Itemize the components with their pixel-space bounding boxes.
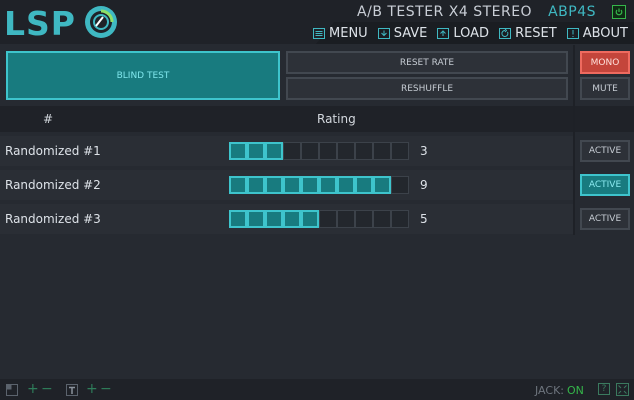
lsp-logo: LSP	[4, 4, 117, 42]
reshuffle-button[interactable]: RESHUFFLE	[286, 77, 568, 100]
rating-segment[interactable]	[247, 210, 265, 228]
rating-segment[interactable]	[301, 176, 319, 194]
row-label: Randomized #1	[5, 144, 101, 158]
column-header-number: #	[43, 112, 54, 126]
fullscreen-icon[interactable]	[616, 383, 629, 399]
rating-segment[interactable]	[283, 176, 301, 194]
rating-segment[interactable]	[301, 210, 319, 228]
blind-test-button[interactable]: BLIND TEST	[6, 51, 280, 100]
rating-bar[interactable]	[229, 210, 409, 228]
help-label: ?	[601, 384, 607, 394]
rating-segment[interactable]	[319, 142, 337, 160]
save-button[interactable]: SAVE	[377, 25, 428, 41]
column-header-rating: Rating	[317, 112, 356, 126]
rating-segment[interactable]	[391, 142, 409, 160]
font-increase-icon[interactable]: +	[86, 381, 98, 397]
rating-segment[interactable]	[265, 210, 283, 228]
mute-button[interactable]: MUTE	[580, 77, 630, 100]
menu-label: MENU	[329, 25, 368, 41]
rating-segment[interactable]	[355, 142, 373, 160]
footer-bar: + − + − JACK: ON ?	[0, 379, 634, 400]
font-decrease-icon[interactable]: −	[100, 381, 112, 397]
rating-segment[interactable]	[319, 210, 337, 228]
power-icon[interactable]	[612, 5, 626, 19]
jack-status: ON	[567, 384, 584, 397]
about-label: ABOUT	[582, 25, 628, 41]
rating-value: 3	[420, 144, 428, 158]
menu-icon	[313, 27, 326, 39]
rating-segment[interactable]	[301, 142, 319, 160]
rating-segment[interactable]	[229, 142, 247, 160]
load-button[interactable]: LOAD	[437, 26, 489, 41]
rating-segment[interactable]	[247, 142, 265, 160]
save-label: SAVE	[393, 25, 428, 41]
load-label: LOAD	[453, 25, 490, 41]
reset-rate-button[interactable]: RESET RATE	[286, 51, 568, 74]
rating-segment[interactable]	[373, 176, 391, 194]
plugin-name: A/B TESTER X4 STEREO	[357, 4, 533, 20]
rating-segment[interactable]	[283, 142, 301, 160]
rating-segment[interactable]	[229, 176, 247, 194]
rating-segment[interactable]	[337, 210, 355, 228]
row-label: Randomized #3	[5, 212, 101, 226]
rating-segment[interactable]	[265, 142, 283, 160]
title-line: A/B TESTER X4 STEREO ABP4S	[357, 3, 626, 21]
mono-button[interactable]: MONO	[580, 51, 630, 74]
rating-bar[interactable]	[229, 142, 409, 160]
about-button[interactable]: ABOUT	[566, 25, 628, 41]
rating-value: 9	[420, 178, 428, 192]
rating-value: 5	[420, 212, 428, 226]
menu-button[interactable]: MENU	[313, 26, 368, 41]
rating-segment[interactable]	[391, 176, 409, 194]
rating-segment[interactable]	[229, 210, 247, 228]
active-button[interactable]: ACTIVE	[580, 208, 630, 230]
rating-segment[interactable]	[337, 142, 355, 160]
about-icon	[566, 27, 579, 39]
save-icon	[377, 27, 390, 39]
rating-segment[interactable]	[373, 142, 391, 160]
rating-segment[interactable]	[283, 210, 301, 228]
zoom-in-icon[interactable]: +	[27, 381, 39, 397]
reset-icon	[499, 27, 512, 39]
rating-segment[interactable]	[355, 210, 373, 228]
rating-segment[interactable]	[391, 210, 409, 228]
help-icon[interactable]: ?	[598, 383, 610, 395]
rating-segment[interactable]	[247, 176, 265, 194]
rating-bar[interactable]	[229, 176, 409, 194]
row-label: Randomized #2	[5, 178, 101, 192]
menubar: MENU SAVE LOAD RESET ABOUT	[313, 24, 628, 42]
zoom-out-icon[interactable]: −	[41, 381, 53, 397]
rating-segment[interactable]	[355, 176, 373, 194]
reset-label: RESET	[515, 25, 557, 41]
svg-text:LSP: LSP	[4, 4, 76, 42]
rating-segment[interactable]	[373, 210, 391, 228]
column-divider	[573, 45, 575, 235]
reset-button[interactable]: RESET	[499, 26, 557, 41]
active-button[interactable]: ACTIVE	[580, 140, 630, 162]
window-icon[interactable]	[6, 384, 18, 399]
rating-segment[interactable]	[337, 176, 355, 194]
plugin-id: ABP4S	[548, 4, 596, 20]
rating-segment[interactable]	[265, 176, 283, 194]
jack-label: JACK:	[535, 384, 564, 397]
rating-segment[interactable]	[319, 176, 337, 194]
load-icon	[437, 27, 450, 39]
font-size-icon[interactable]	[66, 384, 78, 399]
active-button[interactable]: ACTIVE	[580, 174, 630, 196]
